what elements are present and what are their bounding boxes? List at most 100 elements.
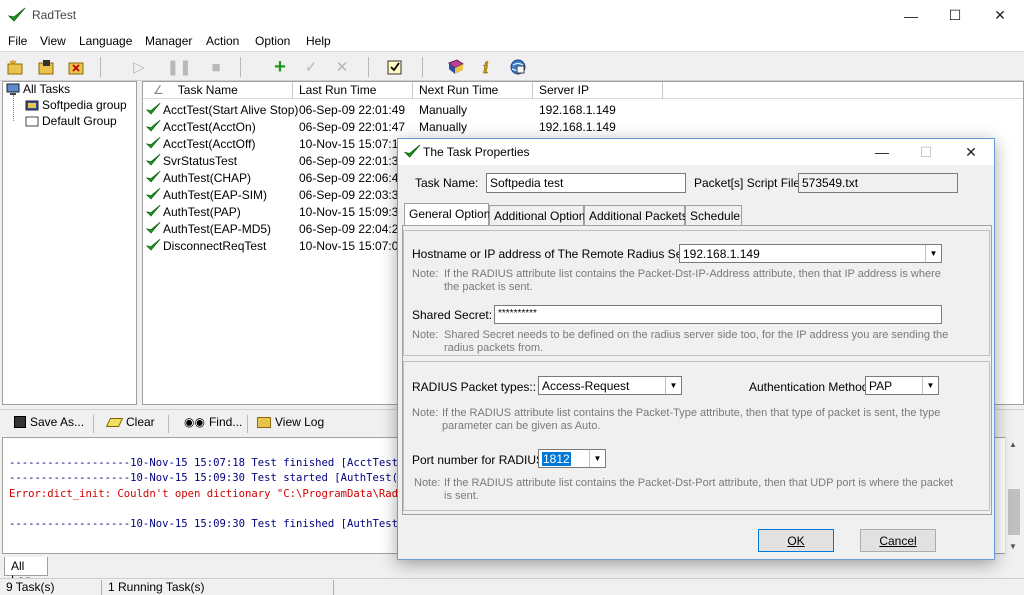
last-run-cell: 06-Sep-09 22:01:38 — [299, 154, 406, 168]
delete-task-button[interactable] — [66, 56, 88, 78]
tab-all-log[interactable]: All Log — [4, 557, 48, 587]
task-name-cell: AuthTest(EAP-SIM) — [163, 188, 268, 202]
task-name-cell: AuthTest(CHAP) — [163, 171, 252, 185]
server-ip-cell: 192.168.1.149 — [539, 120, 616, 134]
log-line: -------------------10-Nov-15 15:09:30 Te… — [9, 472, 411, 484]
save-as-button[interactable]: Save As... — [14, 415, 84, 429]
task-check-icon — [146, 153, 161, 166]
save-task-button[interactable] — [36, 56, 58, 78]
status-task-count: 9 Task(s) — [2, 580, 102, 595]
task-check-icon — [146, 119, 161, 132]
toolbar-separator — [100, 57, 101, 77]
tree-item-softpedia-group[interactable]: Softpedia group — [25, 98, 127, 112]
toolbar-separator — [93, 415, 94, 433]
menu-manager[interactable]: Manager — [145, 34, 192, 48]
shared-secret-label: Shared Secret: — [412, 308, 493, 322]
tab-additional-packets[interactable]: Additional Packets — [584, 205, 688, 225]
minimize-button[interactable]: — — [888, 0, 934, 31]
clear-button[interactable]: Clear — [105, 415, 155, 429]
web-button[interactable] — [507, 56, 529, 78]
new-folder-icon — [7, 60, 23, 75]
cancel-button[interactable]: Cancel — [860, 529, 936, 552]
task-check-icon — [146, 221, 161, 234]
status-bar: 9 Task(s) 1 Running Task(s) — [0, 578, 1024, 595]
run-button[interactable]: ▷ — [128, 56, 150, 78]
next-run-cell: Manually — [419, 103, 468, 117]
column-header-next-run[interactable]: Next Run Time — [413, 82, 533, 99]
app-check-icon — [404, 144, 421, 158]
title-bar: RadTest — ☐ ✕ — [0, 0, 1024, 31]
last-run-cell: 10-Nov-15 15:07:09 — [299, 239, 406, 253]
checklist-button[interactable] — [384, 56, 406, 78]
hostname-combobox[interactable]: 192.168.1.149 ▼ — [679, 244, 942, 263]
last-run-cell: 10-Nov-15 15:09:30 — [299, 205, 406, 219]
chevron-down-icon[interactable]: ▼ — [922, 377, 938, 394]
chevron-down-icon[interactable]: ▼ — [925, 245, 941, 262]
log-line: -------------------10-Nov-15 15:09:30 Te… — [9, 518, 418, 530]
dialog-close-button[interactable]: ✕ — [949, 139, 993, 165]
pause-button[interactable]: ❚❚ — [166, 56, 191, 78]
script-file-input[interactable]: 573549.txt — [798, 173, 958, 193]
confirm-button[interactable]: ✓ — [300, 56, 322, 78]
remove-button[interactable]: ✕ — [331, 56, 353, 78]
dialog-minimize-button[interactable]: — — [860, 139, 904, 165]
new-task-button[interactable] — [5, 56, 27, 78]
tree-item-all-tasks[interactable]: All Tasks — [6, 82, 70, 96]
ok-button[interactable]: OK — [758, 529, 834, 552]
info-button[interactable]: i — [476, 56, 498, 78]
stop-button[interactable]: ■ — [205, 56, 227, 78]
menu-help[interactable]: Help — [306, 34, 331, 48]
note-label: Note: — [412, 268, 439, 280]
menu-action[interactable]: Action — [206, 34, 239, 48]
tab-schedule[interactable]: Schedule — [685, 205, 742, 225]
menu-view[interactable]: View — [40, 34, 66, 48]
task-name-cell: AcctTest(AcctOff) — [163, 137, 256, 151]
tree-label: Default Group — [42, 114, 117, 128]
menu-bar: File View Language Manager Action Option… — [0, 31, 1024, 52]
dialog-maximize-button[interactable]: ☐ — [904, 139, 948, 165]
maximize-button[interactable]: ☐ — [932, 0, 978, 31]
hostname-label: Hostname or IP address of The Remote Rad… — [412, 247, 707, 261]
add-button[interactable]: + — [269, 56, 291, 78]
table-row[interactable]: AcctTest(Start Alive Stop) 06-Sep-09 22:0… — [143, 101, 1023, 118]
auth-method-combobox[interactable]: PAP ▼ — [865, 376, 939, 395]
scroll-up-icon[interactable]: ▲ — [1009, 440, 1017, 449]
scroll-thumb[interactable] — [1008, 489, 1020, 535]
tree-label: Softpedia group — [42, 98, 127, 112]
tab-general-options[interactable]: General Options — [404, 203, 496, 226]
globe-icon — [510, 59, 526, 75]
column-header-task-name[interactable]: ∠ Task Name — [143, 82, 293, 99]
port-combobox[interactable]: 1812 ▼ — [538, 449, 606, 468]
open-folder-icon — [257, 417, 271, 428]
menu-option[interactable]: Option — [255, 34, 290, 48]
last-run-cell: 06-Sep-09 22:04:20 — [299, 222, 406, 236]
dictionary-button[interactable] — [445, 56, 467, 78]
tab-additional-options[interactable]: Additional Options — [489, 205, 591, 225]
column-header-server-ip[interactable]: Server IP — [533, 82, 663, 99]
packet-type-combobox[interactable]: Access-Request ▼ — [538, 376, 682, 395]
column-header-last-run[interactable]: Last Run Time — [293, 82, 413, 99]
task-check-icon — [146, 136, 161, 149]
task-name-input[interactable]: Softpedia test — [486, 173, 686, 193]
chevron-down-icon[interactable]: ▼ — [589, 450, 605, 467]
toolbar-separator — [168, 415, 169, 433]
packet-type-value: Access-Request — [542, 379, 630, 393]
menu-language[interactable]: Language — [79, 34, 132, 48]
task-check-icon — [146, 170, 161, 183]
table-row[interactable]: AcctTest(AcctOn) 06-Sep-09 22:01:47 Manual… — [143, 118, 1023, 135]
view-log-button[interactable]: View Log — [257, 415, 324, 429]
packet-settings-group: RADIUS Packet types:: Access-Request ▼ A… — [403, 361, 990, 511]
find-button[interactable]: ◉◉ Find... — [184, 415, 242, 429]
menu-file[interactable]: File — [8, 34, 27, 48]
shared-secret-input[interactable]: ********** — [494, 305, 942, 324]
tree-item-default-group[interactable]: Default Group — [25, 114, 117, 128]
app-check-icon — [8, 7, 26, 22]
chevron-down-icon[interactable]: ▼ — [665, 377, 681, 394]
close-button[interactable]: ✕ — [977, 0, 1023, 31]
info-icon: i — [483, 59, 489, 76]
script-file-label: Packet[s] Script File: — [694, 176, 804, 190]
task-check-icon — [146, 102, 161, 115]
computer-icon — [6, 83, 20, 95]
scroll-down-icon[interactable]: ▼ — [1009, 542, 1017, 551]
log-scrollbar[interactable]: ▲ ▼ — [1005, 437, 1022, 554]
